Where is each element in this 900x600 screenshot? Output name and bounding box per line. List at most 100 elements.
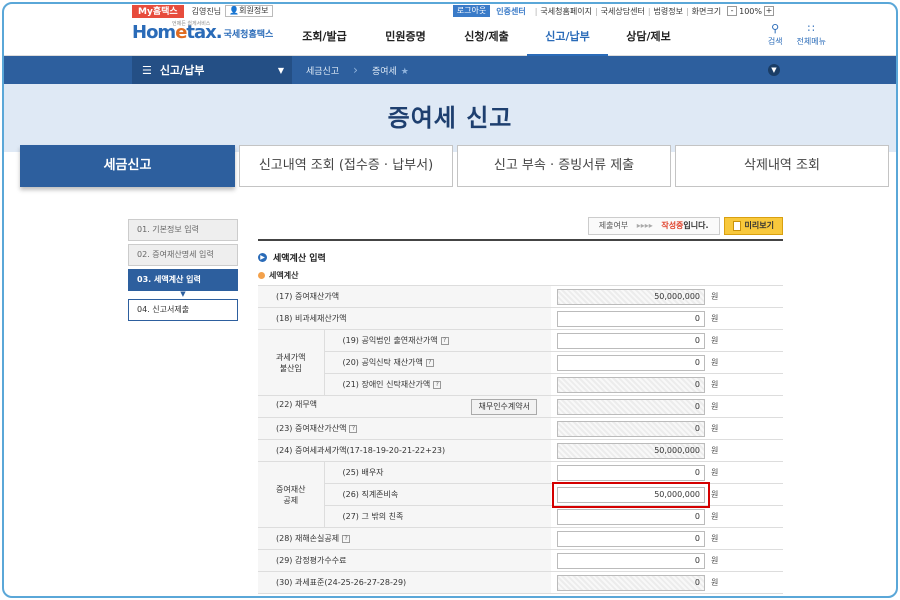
hamburger-icon: ☰ (142, 63, 152, 77)
help-icon[interactable]: ? (433, 380, 442, 389)
main-content: 제출여부 ▸▸▸▸ 작성중입니다. 미리보기 ▶ 세액계산 입력 세액계산 (1… (258, 217, 783, 594)
debt-contract-button[interactable]: 채무인수계약서 (471, 398, 537, 415)
row-label: (27) 그 밖의 친족 (324, 505, 551, 528)
menu-certificate[interactable]: 민원증명 (365, 18, 446, 56)
amount-field: 50,000,000 (557, 288, 705, 305)
row-label: (20) 공익신탁 재산가액? (324, 351, 551, 374)
table-row: (21) 장애인 신탁재산가액? 0원 (258, 373, 783, 396)
star-icon[interactable]: ★ (401, 67, 409, 77)
logout-button[interactable]: 로그아웃 (452, 5, 491, 17)
row-label: (23) 증여재산가산액? (258, 417, 551, 440)
help-icon[interactable]: ? (440, 336, 449, 345)
divider: | (594, 6, 598, 16)
table-row: (20) 공익신탁 재산가액? 0원 (258, 351, 783, 374)
status-value: 작성중 (661, 221, 684, 230)
row-label: (22) 채무액 채무인수계약서 (258, 395, 551, 418)
global-nav: 언제든 쉽게서비스 Hometax. 국세청홈택스 조회/발급 민원증명 신청/… (4, 18, 896, 56)
row-label: (30) 과세표준(24-25-26-27-28-29) (258, 571, 551, 594)
top-right-links: 로그아웃 인증센터 | 국세청홈페이지 | 국세상담센터 | 법령정보 | 화면… (452, 4, 776, 18)
zoom-control: - 100% + (725, 6, 776, 16)
lnb-category-select[interactable]: ☰ 신고/납부 ▼ (132, 56, 292, 84)
table-row: (24) 증여세과세가액(17-18-19-20-21-22+23) 50,00… (258, 439, 783, 462)
screen-size-label: 화면크기 (691, 6, 722, 16)
zoom-level: 100% (739, 6, 762, 16)
subsection-title: 세액계산 (258, 270, 783, 281)
amount-field: 0 (557, 398, 705, 415)
table-row: (30) 과세표준(24-25-26-27-28-29) 0원 (258, 571, 783, 594)
cert-center-link[interactable]: 인증센터 (496, 6, 525, 17)
all-menu-button[interactable]: ∷ 전체메뉴 (797, 22, 826, 47)
top-utility-bar: My홈택스 김영진님 👤회원정보 로그아웃 인증센터 | 국세청홈페이지 | 국… (4, 4, 896, 18)
row-label: (19) 공익법인 출연재산가액? (324, 329, 551, 352)
bullet-icon (258, 272, 265, 279)
table-row: (18) 비과세재산가액 0원 (258, 307, 783, 330)
menu-consult[interactable]: 상담/제보 (608, 18, 689, 56)
menu-filing-payment[interactable]: 신고/납부 (527, 18, 608, 56)
preview-button[interactable]: 미리보기 (723, 217, 783, 235)
zoom-in-button[interactable]: + (764, 6, 774, 16)
menu-application[interactable]: 신청/제출 (446, 18, 527, 56)
table-row: (29) 감정평가수수료 0원 (258, 549, 783, 572)
amount-input[interactable]: 0 (557, 552, 705, 569)
table-row: (28) 재해손실공제? 0원 (258, 527, 783, 550)
tab-filing-history[interactable]: 신고내역 조회 (접수증 · 납부서) (239, 145, 453, 187)
table-row: (26) 직계존비속 50,000,000 원 (258, 481, 783, 508)
search-button[interactable]: ⚲ 검색 (768, 22, 783, 47)
search-icon: ⚲ (771, 22, 780, 35)
divider: | (534, 6, 538, 16)
table-row: 과세가액 불산입 (19) 공익법인 출연재산가액? 0원 (258, 329, 783, 396)
help-icon[interactable]: ? (349, 424, 358, 433)
table-row: (23) 증여재산가산액? 0원 (258, 417, 783, 440)
law-info-link[interactable]: 법령정보 (654, 6, 683, 17)
help-icon[interactable]: ? (342, 534, 351, 543)
lnb-category-label: 신고/납부 (159, 64, 205, 77)
menu-inquiry[interactable]: 조회/발급 (284, 18, 365, 56)
amount-input[interactable]: 0 (557, 310, 705, 327)
step-navigation: 01. 기본정보 입력 02. 증여재산명세 입력 03. 세액계산 입력 ▼ … (128, 219, 238, 324)
step-submit[interactable]: 04. 신고서제출 (128, 299, 238, 321)
breadcrumb-tax-filing[interactable]: 세금신고 (292, 64, 353, 77)
row-label: (17) 증여재산가액 (258, 285, 551, 308)
group-label: 과세가액 불산입 (258, 329, 325, 396)
amount-input[interactable]: 0 (557, 332, 705, 349)
dropdown-icon: ▼ (277, 65, 284, 75)
page-banner: 증여세 신고 (4, 84, 896, 152)
table-row: (27) 그 밖의 친족 0원 (258, 505, 783, 528)
tab-attachments[interactable]: 신고 부속 · 증빙서류 제출 (457, 145, 671, 187)
row-label: (28) 재해손실공제? (258, 527, 551, 550)
user-info-button[interactable]: 👤회원정보 (225, 5, 273, 17)
row-label: (18) 비과세재산가액 (258, 307, 551, 330)
zoom-out-button[interactable]: - (727, 6, 738, 16)
breadcrumb-gift-tax[interactable]: 증여세 ★ (358, 64, 423, 77)
tab-tax-filing[interactable]: 세금신고 (20, 145, 235, 187)
divider (258, 239, 783, 241)
table-row: (22) 채무액 채무인수계약서 0원 (258, 395, 783, 418)
amount-field: 0 (557, 376, 705, 393)
amount-input[interactable]: 0 (557, 464, 705, 481)
divider: | (685, 6, 689, 16)
row-label: (24) 증여세과세가액(17-18-19-20-21-22+23) (258, 439, 551, 462)
row-label: (29) 감정평가수수료 (258, 549, 551, 572)
amount-input-highlighted[interactable]: 50,000,000 (552, 481, 710, 508)
consult-center-link[interactable]: 국세상담센터 (601, 6, 645, 17)
amount-input[interactable]: 0 (557, 354, 705, 371)
hometax-logo[interactable]: 언제든 쉽게서비스 Hometax. 국세청홈택스 (132, 21, 273, 43)
group-label: 증여재산 공제 (258, 461, 325, 528)
step-basic-info[interactable]: 01. 기본정보 입력 (128, 219, 238, 241)
amount-field: 0 (557, 420, 705, 437)
chevron-down-icon[interactable]: ▼ (768, 64, 780, 76)
amount-input[interactable]: 0 (557, 530, 705, 547)
logo-tagline: 언제든 쉽게서비스 (172, 21, 211, 27)
user-info-label: 회원정보 (239, 6, 269, 15)
section-title: ▶ 세액계산 입력 (258, 251, 783, 264)
amount-input[interactable]: 0 (557, 508, 705, 525)
row-label: (26) 직계존비속 (324, 483, 551, 506)
status-bar: 제출여부 ▸▸▸▸ 작성중입니다. 미리보기 (258, 217, 783, 235)
nts-homepage-link[interactable]: 국세청홈페이지 (540, 6, 592, 17)
document-icon (732, 221, 741, 231)
my-hometax-button[interactable]: My홈택스 (132, 4, 184, 18)
step-gift-detail[interactable]: 02. 증여재산명세 입력 (128, 244, 238, 266)
step-tax-calc[interactable]: 03. 세액계산 입력 (128, 269, 238, 291)
help-icon[interactable]: ? (425, 358, 434, 367)
tab-deleted-history[interactable]: 삭제내역 조회 (675, 145, 889, 187)
